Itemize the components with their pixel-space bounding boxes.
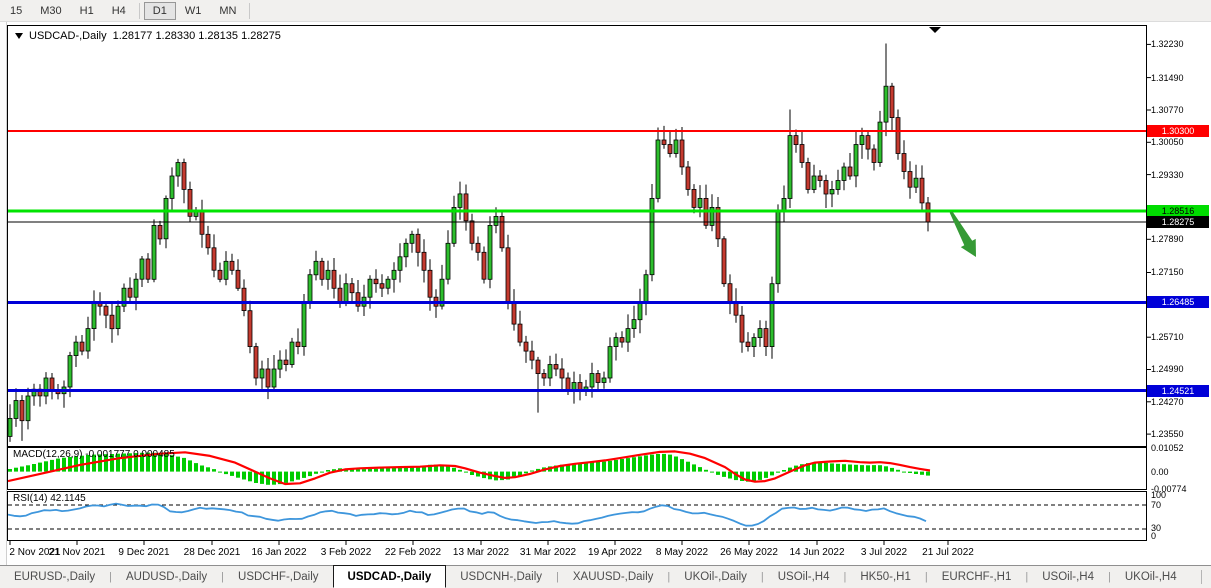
tab-usdcnh-daily[interactable]: USDCNH-,Daily xyxy=(446,566,556,588)
tab-usoil-h4[interactable]: USOil-,H4 xyxy=(1028,566,1108,588)
tab-eurusd-daily[interactable]: EURUSD-,Daily xyxy=(0,566,109,588)
tab-nav-separator xyxy=(1200,570,1202,584)
tab-ukoil-daily[interactable]: UKOil-,Daily xyxy=(670,566,761,588)
rsi-name: RSI(14) xyxy=(13,493,48,504)
chart-canvas[interactable] xyxy=(0,0,1211,588)
trading-app-window: 15 M30 H1 H4 D1 W1 MN USDCAD-,Daily 1.28177 1.… xyxy=(0,0,1211,588)
trend-arrow-annotation[interactable] xyxy=(949,211,976,257)
tab-ukoil-h4[interactable]: UKOil-,H4 xyxy=(1111,566,1191,588)
chart-ohlc-values: 1.28177 1.28330 1.28135 1.28275 xyxy=(112,30,281,42)
tab-usdcad-daily[interactable]: USDCAD-,Daily xyxy=(332,565,447,588)
tab-hk50-h1[interactable]: HK50-,H1 xyxy=(846,566,925,588)
tab-eurchf-h1[interactable]: EURCHF-,H1 xyxy=(928,566,1026,588)
chart-symbol-title: USDCAD-,Daily 1.28177 1.28330 1.28135 1.… xyxy=(15,30,281,42)
rsi-value: 42.1145 xyxy=(50,493,86,504)
tab-usdchf-daily[interactable]: USDCHF-,Daily xyxy=(224,566,333,588)
tab-usoil-h4[interactable]: USOil-,H4 xyxy=(764,566,844,588)
tab-xauusd-daily[interactable]: XAUUSD-,Daily xyxy=(559,566,668,588)
chart-symbol-label: USDCAD-,Daily xyxy=(29,30,107,42)
macd-values: -0.001777 0.000485 xyxy=(85,449,175,460)
chart-shift-marker[interactable] xyxy=(929,27,941,33)
rsi-indicator-label: RSI(14) 42.1145 xyxy=(13,493,86,504)
chart-tab-bar: EURUSD-,Daily | AUDUSD-,Daily | USDCHF-,Dail… xyxy=(0,565,1211,588)
chart-marker-triangle-icon xyxy=(15,33,23,39)
macd-name: MACD(12,26,9) xyxy=(13,449,83,460)
tab-scroll-controls: ◄► xyxy=(1191,566,1211,588)
macd-indicator-label: MACD(12,26,9) -0.001777 0.000485 xyxy=(13,449,175,460)
tab-audusd-daily[interactable]: AUDUSD-,Daily xyxy=(112,566,221,588)
